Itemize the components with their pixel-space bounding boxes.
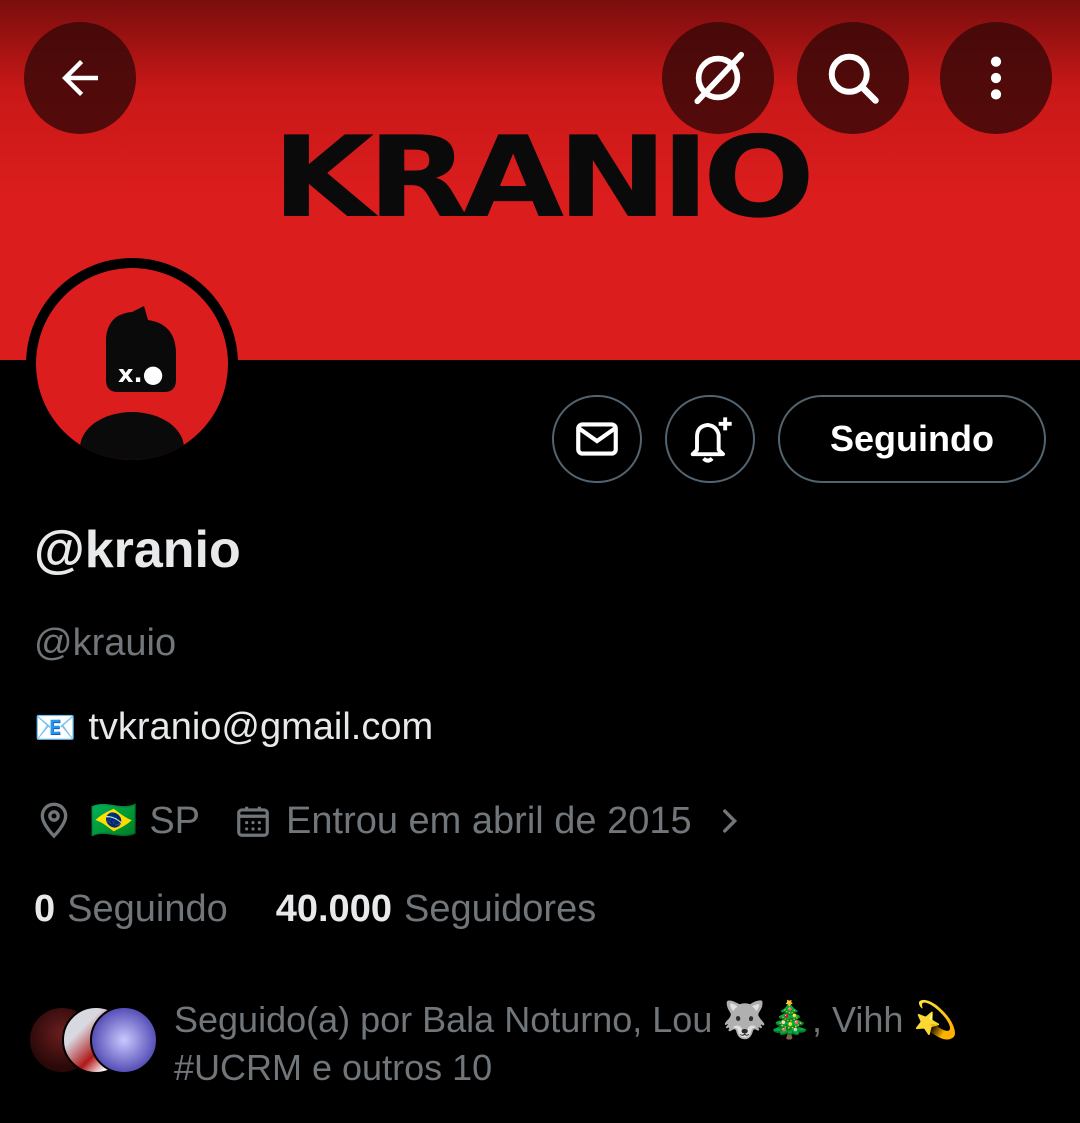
followers-stat[interactable]: 40.000 Seguidores <box>276 888 596 931</box>
followed-by-line-1: Seguido(a) por Bala Noturno, Lou 🐺🎄, Vih… <box>174 999 959 1040</box>
avatar[interactable]: x.● <box>26 258 238 470</box>
envelope-emoji-icon: 📧 <box>34 708 77 747</box>
slash-circle-icon <box>694 51 745 105</box>
avatar-image: x.● <box>36 268 228 460</box>
followed-by[interactable]: Seguido(a) por Bala Noturno, Lou 🐺🎄, Vih… <box>28 996 1048 1096</box>
skull-logo: x.● <box>80 306 184 460</box>
avatar-face: x.● <box>118 360 164 388</box>
joined-date[interactable]: Entrou em abril de 2015 <box>286 800 692 843</box>
bio-email-link[interactable]: tvkranio@gmail.com <box>88 706 433 749</box>
location-text: SP <box>149 799 201 842</box>
followed-by-text: Seguido(a) por Bala Noturno, Lou 🐺🎄, Vih… <box>174 996 1034 1092</box>
follow-stats: 0 Seguindo 40.000 Seguidores <box>34 884 596 934</box>
arrow-left-icon <box>62 60 98 96</box>
display-name: @kranio <box>34 521 241 579</box>
search-button[interactable] <box>797 22 909 134</box>
following-label: Seguindo <box>67 887 228 930</box>
notifications-button[interactable] <box>665 395 755 483</box>
profile-meta: 🇧🇷 SP Entrou em abril de 2015 <box>34 796 746 846</box>
location-pin-icon <box>40 802 68 839</box>
calendar-icon <box>237 806 269 837</box>
followed-by-line-2: #UCRM e outros 10 <box>174 1047 493 1088</box>
bell-plus-icon <box>690 417 732 463</box>
back-button[interactable] <box>24 22 136 134</box>
bio: 📧 tvkranio@gmail.com <box>34 706 433 749</box>
more-button[interactable] <box>940 22 1052 134</box>
grok-button[interactable] <box>662 22 774 134</box>
followers-count: 40.000 <box>275 887 392 930</box>
more-vertical-icon <box>990 56 1002 100</box>
mail-icon <box>576 422 618 456</box>
follower-avatar <box>90 1006 158 1074</box>
banner-logo: KRANIO <box>271 113 815 243</box>
message-button[interactable] <box>552 395 642 483</box>
following-count: 0 <box>34 887 56 930</box>
chevron-right-icon[interactable] <box>712 804 746 838</box>
search-icon <box>828 53 879 104</box>
location-flag-icon: 🇧🇷 <box>90 800 138 842</box>
following-stat[interactable]: 0 Seguindo <box>34 888 228 931</box>
followers-label: Seguidores <box>403 887 597 930</box>
user-handle: @krauio <box>34 622 177 664</box>
following-button[interactable]: Seguindo <box>778 395 1046 483</box>
